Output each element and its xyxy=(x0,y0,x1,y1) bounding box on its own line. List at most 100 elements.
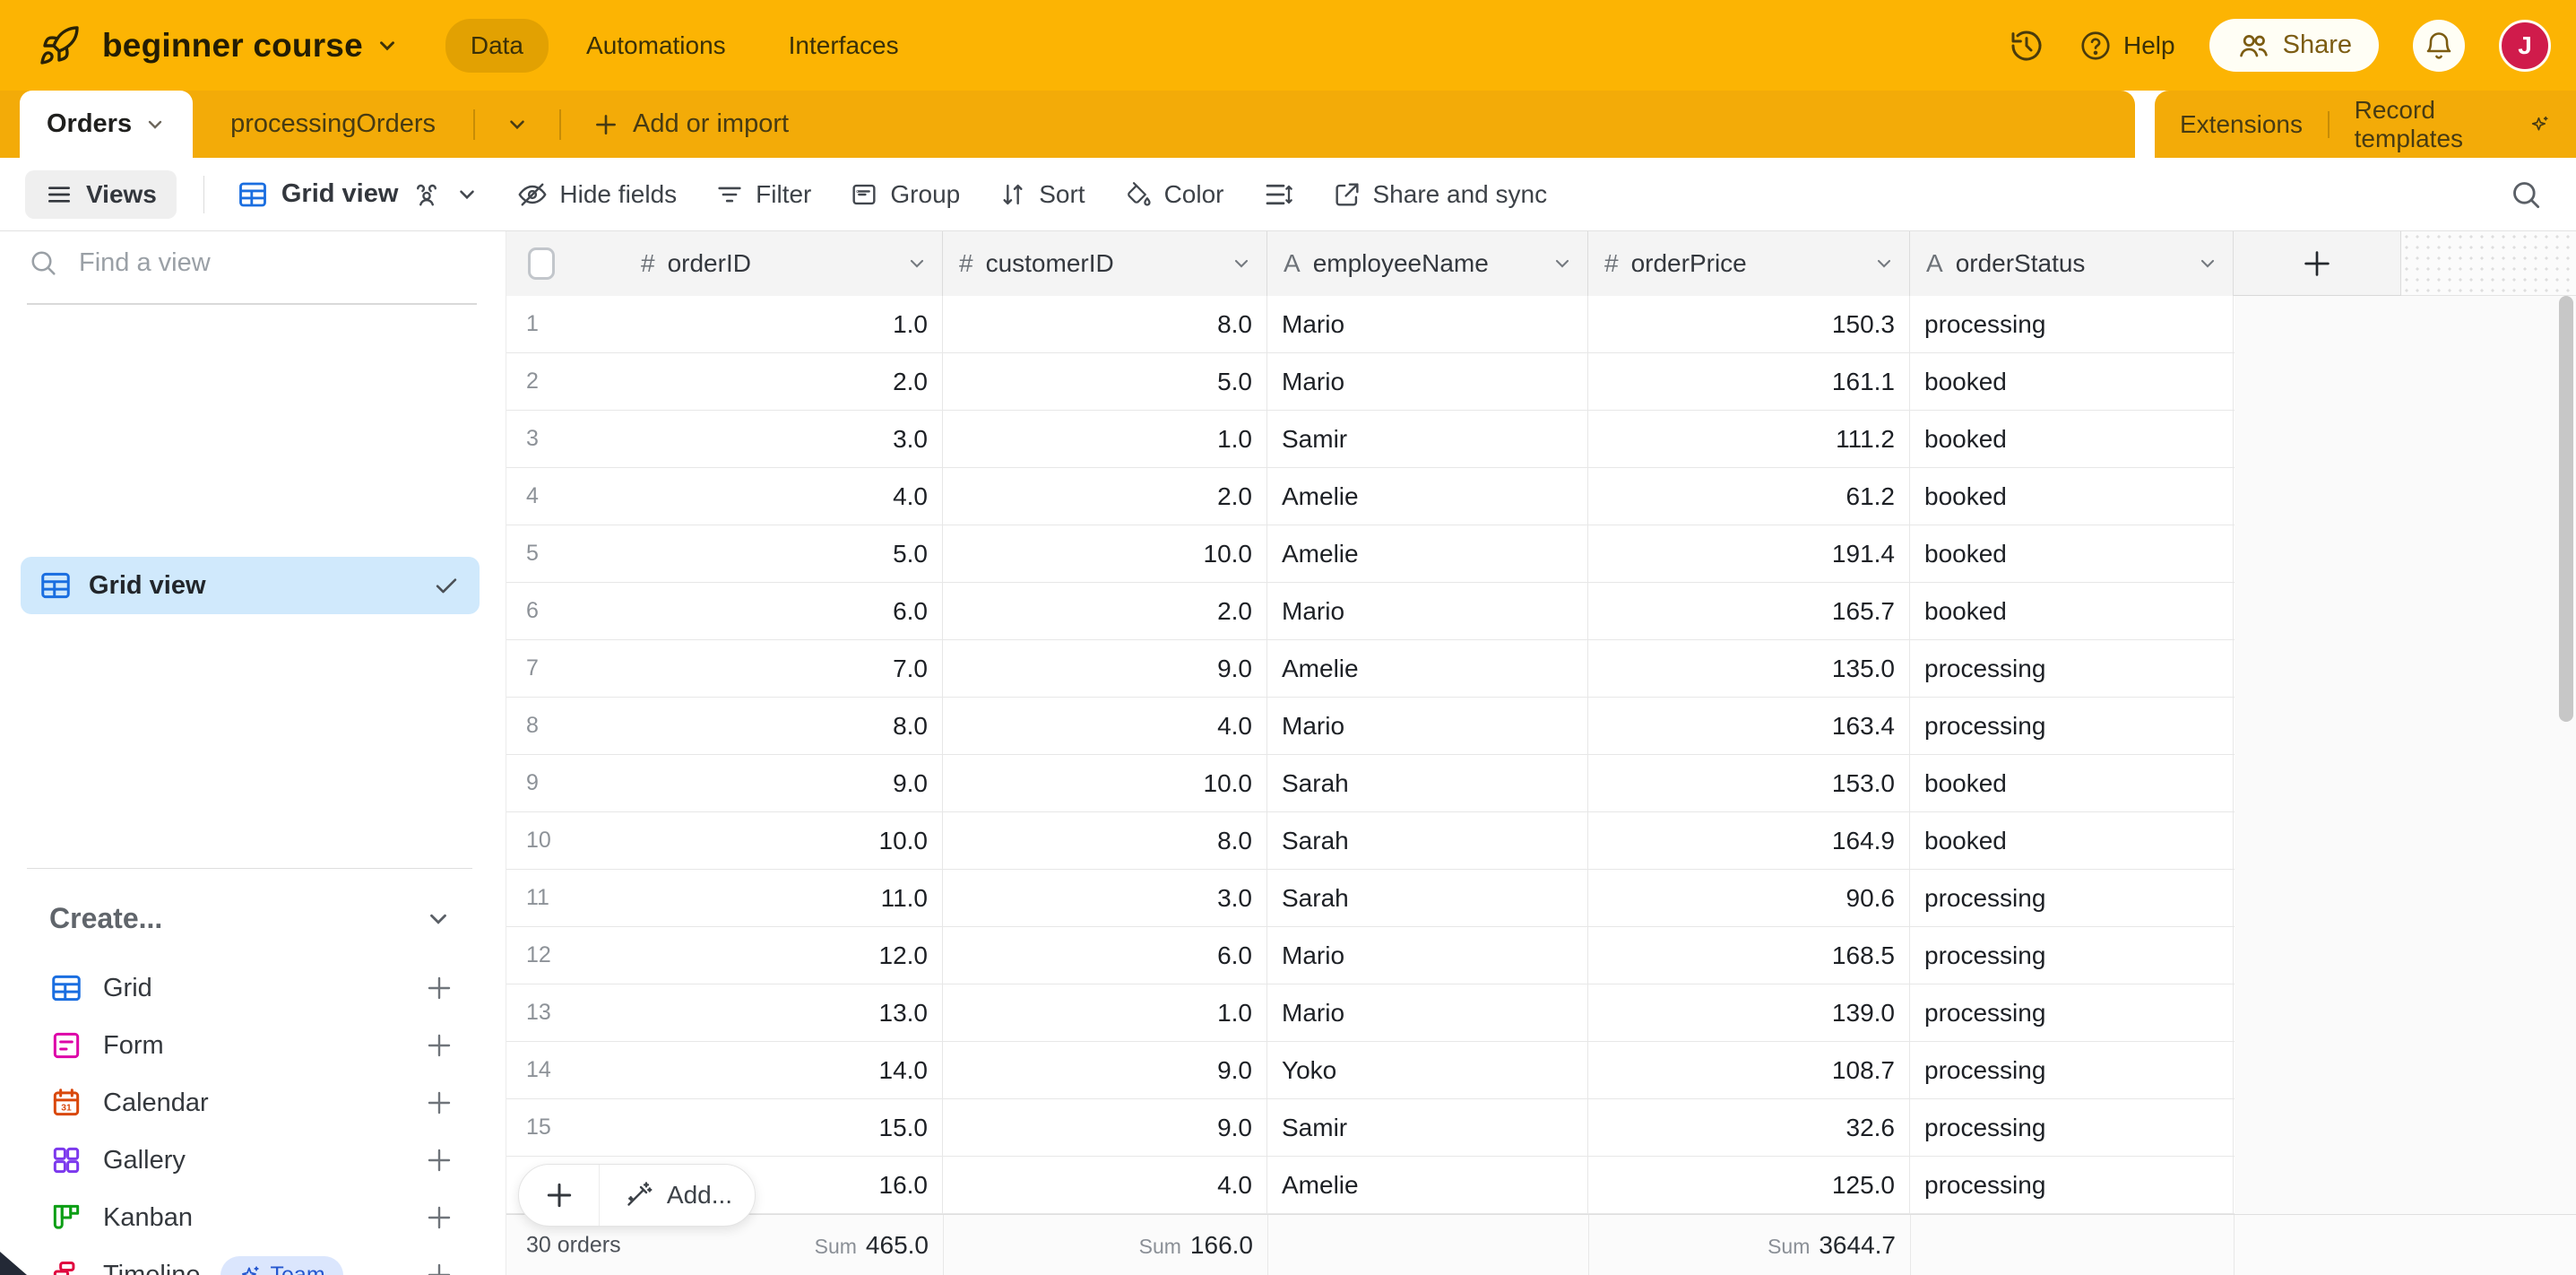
cell-customerID[interactable]: 6.0 xyxy=(943,927,1267,984)
cell-customerID[interactable]: 2.0 xyxy=(943,583,1267,639)
cell-orderStatus[interactable]: processing xyxy=(1910,640,2234,697)
cell-customerID[interactable]: 8.0 xyxy=(943,296,1267,352)
create-item-calendar[interactable]: 31Calendar xyxy=(0,1074,506,1132)
cell-orderStatus[interactable]: processing xyxy=(1910,698,2234,754)
column-sum[interactable]: Sum465.0 xyxy=(815,1231,929,1260)
add-view-plus-icon[interactable] xyxy=(425,1203,454,1232)
cell-orderID[interactable]: 11.0 xyxy=(506,296,943,352)
cell-orderPrice[interactable]: 111.2 xyxy=(1588,411,1910,467)
cell-orderStatus[interactable]: processing xyxy=(1910,870,2234,926)
cell-orderPrice[interactable]: 32.6 xyxy=(1588,1099,1910,1156)
cell-employeeName[interactable]: Amelie xyxy=(1267,640,1588,697)
cell-employeeName[interactable]: Sarah xyxy=(1267,870,1588,926)
cell-customerID[interactable]: 9.0 xyxy=(943,1099,1267,1156)
grid-view-switcher[interactable]: Grid view xyxy=(228,178,488,211)
cell-orderID[interactable]: 1010.0 xyxy=(506,812,943,869)
table-row[interactable]: 22.05.0Mario161.1booked xyxy=(506,353,2235,411)
cell-orderPrice[interactable]: 90.6 xyxy=(1588,870,1910,926)
cell-employeeName[interactable]: Amelie xyxy=(1267,468,1588,525)
cell-customerID[interactable]: 4.0 xyxy=(943,1157,1267,1213)
add-view-plus-icon[interactable] xyxy=(425,1146,454,1175)
table-row[interactable]: 1414.09.0Yoko108.7processing xyxy=(506,1042,2235,1099)
cell-customerID[interactable]: 10.0 xyxy=(943,525,1267,582)
cell-orderStatus[interactable]: booked xyxy=(1910,468,2234,525)
create-item-kanban[interactable]: Kanban xyxy=(0,1189,506,1246)
cell-orderPrice[interactable]: 139.0 xyxy=(1588,984,1910,1041)
add-with-ai-button[interactable]: Add... xyxy=(600,1165,755,1226)
cell-orderID[interactable]: 1414.0 xyxy=(506,1042,943,1098)
add-view-plus-icon[interactable] xyxy=(425,974,454,1002)
table-row[interactable]: 88.04.0Mario163.4processing xyxy=(506,698,2235,755)
cell-employeeName[interactable]: Mario xyxy=(1267,984,1588,1041)
cell-orderID[interactable]: 1111.0 xyxy=(506,870,943,926)
cell-employeeName[interactable]: Sarah xyxy=(1267,755,1588,811)
cell-orderPrice[interactable]: 168.5 xyxy=(1588,927,1910,984)
table-row[interactable]: 33.01.0Samir111.2booked xyxy=(506,411,2235,468)
table-row[interactable]: 99.010.0Sarah153.0booked xyxy=(506,755,2235,812)
cell-orderPrice[interactable]: 164.9 xyxy=(1588,812,1910,869)
cell-orderStatus[interactable]: booked xyxy=(1910,812,2234,869)
create-item-grid[interactable]: Grid xyxy=(0,959,506,1017)
cell-orderStatus[interactable]: processing xyxy=(1910,984,2234,1041)
cell-employeeName[interactable]: Amelie xyxy=(1267,1157,1588,1213)
cell-employeeName[interactable]: Mario xyxy=(1267,296,1588,352)
cell-orderPrice[interactable]: 163.4 xyxy=(1588,698,1910,754)
cell-employeeName[interactable]: Yoko xyxy=(1267,1042,1588,1098)
add-record-button[interactable] xyxy=(519,1165,600,1226)
cell-employeeName[interactable]: Samir xyxy=(1267,411,1588,467)
cell-customerID[interactable]: 8.0 xyxy=(943,812,1267,869)
column-chevron-icon[interactable] xyxy=(1552,253,1573,274)
cell-orderPrice[interactable]: 150.3 xyxy=(1588,296,1910,352)
cell-customerID[interactable]: 9.0 xyxy=(943,1042,1267,1098)
table-row[interactable]: 1515.09.0Samir32.6processing xyxy=(506,1099,2235,1157)
chevron-down-icon[interactable] xyxy=(425,906,452,932)
cell-orderStatus[interactable]: processing xyxy=(1910,1042,2234,1098)
cell-customerID[interactable]: 9.0 xyxy=(943,640,1267,697)
column-chevron-icon[interactable] xyxy=(906,253,928,274)
find-view-search[interactable]: Find a view xyxy=(27,258,477,305)
cell-orderStatus[interactable]: processing xyxy=(1910,296,2234,352)
filter-button[interactable]: Filter xyxy=(705,179,820,210)
cell-orderStatus[interactable]: processing xyxy=(1910,1157,2234,1213)
nav-tab-data[interactable]: Data xyxy=(445,19,549,73)
cell-employeeName[interactable]: Amelie xyxy=(1267,525,1588,582)
tab-orders[interactable]: Orders xyxy=(20,91,193,158)
rocket-logo-icon[interactable] xyxy=(38,24,81,67)
column-sum[interactable]: Sum166.0 xyxy=(1139,1231,1253,1260)
share-and-sync-button[interactable]: Share and sync xyxy=(1323,179,1557,210)
add-view-plus-icon[interactable] xyxy=(425,1089,454,1117)
column-header-customerID[interactable]: #customerID xyxy=(943,231,1267,296)
table-row[interactable]: 1111.03.0Sarah90.6processing xyxy=(506,870,2235,927)
cell-orderID[interactable]: 77.0 xyxy=(506,640,943,697)
create-item-gallery[interactable]: Gallery xyxy=(0,1132,506,1189)
help-button[interactable]: Help xyxy=(2079,29,2175,63)
cell-orderPrice[interactable]: 108.7 xyxy=(1588,1042,1910,1098)
column-header-orderPrice[interactable]: #orderPrice xyxy=(1588,231,1910,296)
cell-orderID[interactable]: 33.0 xyxy=(506,411,943,467)
column-chevron-icon[interactable] xyxy=(1873,253,1895,274)
column-chevron-icon[interactable] xyxy=(2197,253,2218,274)
row-height-button[interactable] xyxy=(1253,178,1303,211)
cell-orderPrice[interactable]: 161.1 xyxy=(1588,353,1910,410)
notifications-button[interactable] xyxy=(2413,20,2465,72)
cell-orderPrice[interactable]: 165.7 xyxy=(1588,583,1910,639)
cell-orderID[interactable]: 88.0 xyxy=(506,698,943,754)
cell-orderID[interactable]: 1313.0 xyxy=(506,984,943,1041)
cell-orderPrice[interactable]: 135.0 xyxy=(1588,640,1910,697)
table-row[interactable]: 44.02.0Amelie61.2booked xyxy=(506,468,2235,525)
cell-customerID[interactable]: 3.0 xyxy=(943,870,1267,926)
tab-list-chevron-icon[interactable] xyxy=(475,91,559,158)
cell-orderPrice[interactable]: 125.0 xyxy=(1588,1157,1910,1213)
table-row[interactable]: 11.08.0Mario150.3processing xyxy=(506,296,2235,353)
record-templates-button[interactable]: Record templates xyxy=(2330,96,2576,153)
cell-customerID[interactable]: 4.0 xyxy=(943,698,1267,754)
cell-orderID[interactable]: 1212.0 xyxy=(506,927,943,984)
base-title[interactable]: beginner course xyxy=(102,27,363,65)
select-all-checkbox[interactable] xyxy=(528,247,555,280)
hide-fields-button[interactable]: Hide fields xyxy=(507,178,686,211)
nav-tab-interfaces[interactable]: Interfaces xyxy=(764,19,924,73)
cell-employeeName[interactable]: Mario xyxy=(1267,698,1588,754)
column-header-orderStatus[interactable]: AorderStatus xyxy=(1910,231,2234,296)
cell-orderStatus[interactable]: booked xyxy=(1910,755,2234,811)
cell-orderStatus[interactable]: processing xyxy=(1910,927,2234,984)
